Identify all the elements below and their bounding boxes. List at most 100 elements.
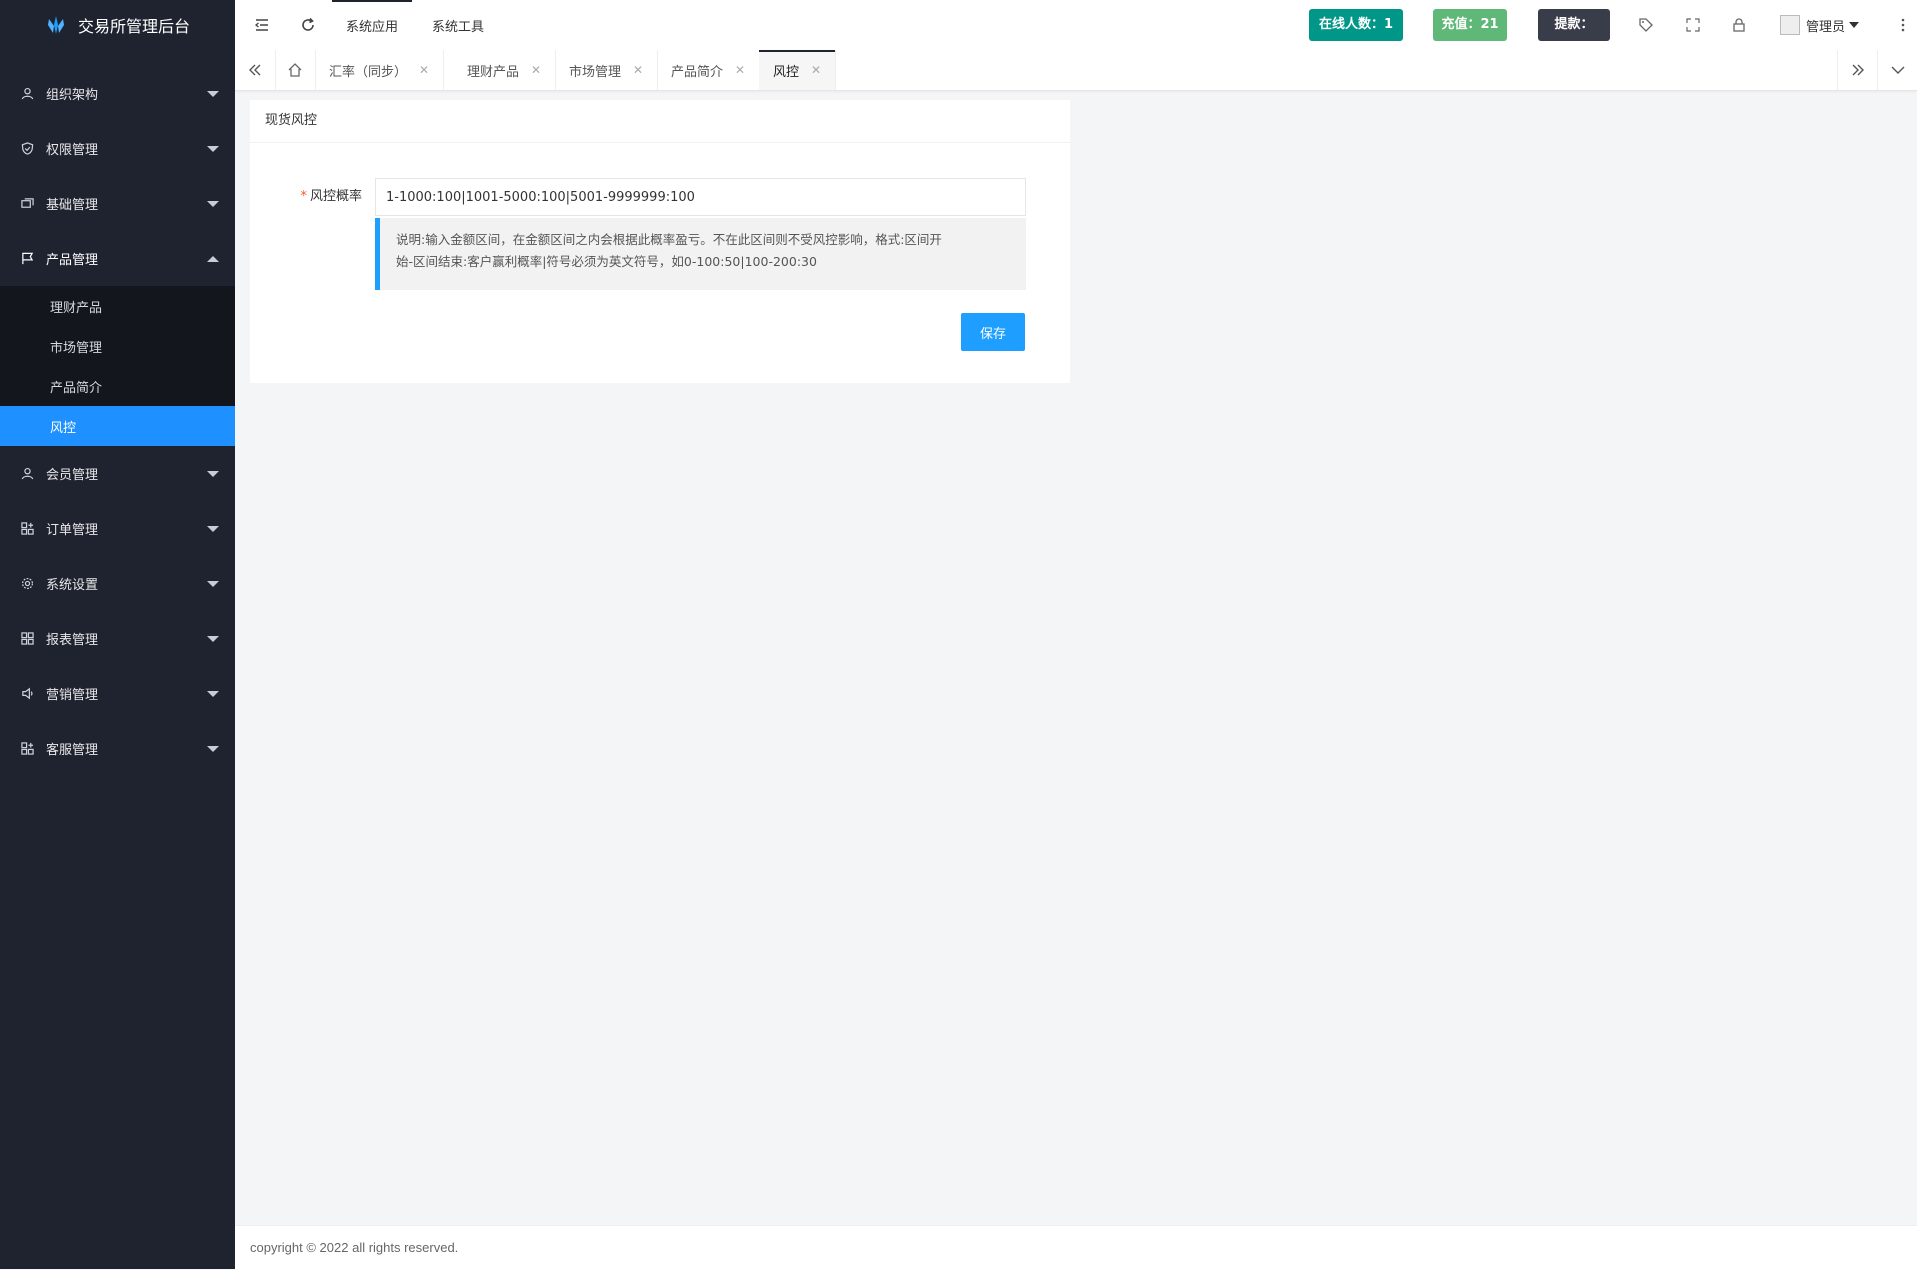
product-submenu: 理财产品 市场管理 产品简介 风控 [0,286,235,446]
subitem-label: 风控 [50,420,77,436]
sidebar-item-service[interactable]: 客服管理 [0,721,235,776]
speaker-icon [20,687,34,701]
grid-icon [20,742,34,756]
tabs-scroll-right-icon[interactable] [1837,50,1878,90]
refresh-icon[interactable] [296,13,320,37]
user-menu[interactable]: 管理员 [1780,0,1860,50]
tag-icon[interactable] [1634,13,1658,37]
close-icon[interactable]: ✕ [531,63,541,77]
sidebar-item-label: 会员管理 [46,468,99,483]
risk-probability-input[interactable] [375,178,1026,216]
sidebar-item-permission[interactable]: 权限管理 [0,121,235,176]
caret-down-icon [207,525,219,532]
flag-icon [20,252,34,266]
sidebar-item-label: 产品管理 [46,253,99,268]
user-icon [20,467,34,481]
grid-icon [20,632,34,646]
tab-product-intro[interactable]: 产品简介 ✕ [657,50,761,90]
dropdown-caret-icon [1849,22,1860,28]
sidebar-item-label: 订单管理 [46,523,99,538]
tab-risk-control[interactable]: 风控 ✕ [759,50,837,90]
footer-copyright: copyright © 2022 all rights reserved. [235,1225,1917,1270]
tab-finance-product[interactable]: 理财产品 ✕ [453,50,557,90]
sidebar-item-basic[interactable]: 基础管理 [0,176,235,231]
nav-label: 系统工具 [432,19,485,35]
caret-down-icon [207,90,219,97]
sidebar-item-product[interactable]: 产品管理 [0,231,235,286]
tab-label: 理财产品 [467,64,520,80]
sidebar-subitem-finance[interactable]: 理财产品 [0,286,235,326]
caret-down-icon [207,635,219,642]
save-button[interactable]: 保存 [961,313,1025,351]
sidebar-subitem-risk[interactable]: 风控 [0,406,235,446]
caret-down-icon [207,470,219,477]
sidebar-item-marketing[interactable]: 营销管理 [0,666,235,721]
shield-icon [20,142,34,156]
page-tabs-bar: 汇率（同步） ✕ 理财产品 ✕ 市场管理 ✕ 产品简介 ✕ 风控 ✕ [235,50,1917,91]
logo-icon [48,16,64,34]
collapse-menu-icon[interactable] [250,13,274,37]
app-logo[interactable]: 交易所管理后台 [0,0,235,50]
sidebar-subitem-intro[interactable]: 产品简介 [0,366,235,406]
sidebar: 交易所管理后台 组织架构 权限管理 基础管理 产品管理 理财产品 市场管理 产品… [0,0,235,1269]
user-icon [20,87,34,101]
tabs-scroll-left-icon[interactable] [235,50,276,90]
sidebar-item-settings[interactable]: 系统设置 [0,556,235,611]
tab-label: 市场管理 [569,64,622,80]
top-header: 系统应用 系统工具 在线人数：1 充值：21 提款：34 管理员 [235,0,1917,64]
close-icon[interactable]: ✕ [633,63,643,77]
sidebar-item-label: 系统设置 [46,578,99,593]
gear-icon [20,577,34,591]
nav-system-apps[interactable]: 系统应用 [331,0,413,50]
help-note-line: 说明:输入金额区间，在金额区间之内会根据此概率盈亏。不在此区间则不受风控影响，格… [396,232,942,247]
tab-exchange-rate[interactable]: 汇率（同步） ✕ [315,50,445,90]
sidebar-item-label: 权限管理 [46,143,99,158]
sidebar-item-label: 报表管理 [46,633,99,648]
tabs-menu-chevron-down-icon[interactable] [1877,50,1917,90]
app-title: 交易所管理后台 [78,17,191,36]
lock-icon[interactable] [1727,13,1751,37]
risk-control-card: 现货风控 *风控概率 说明:输入金额区间，在金额区间之内会根据此概率盈亏。不在此… [250,100,1070,383]
nav-label: 系统应用 [346,19,399,35]
caret-down-icon [207,580,219,587]
caret-down-icon [207,200,219,207]
field-label: * 风控概率 [290,178,362,216]
close-icon[interactable]: ✕ [811,63,821,77]
home-icon[interactable] [275,50,316,90]
subitem-label: 市场管理 [50,340,103,356]
tab-label: 产品简介 [671,64,724,80]
sidebar-item-label: 组织架构 [46,88,99,103]
sidebar-subitem-market[interactable]: 市场管理 [0,326,235,366]
help-note-line: 始-区间结束:客户赢利概率|符号必须为英文符号，如0-100:50|100-20… [396,254,817,269]
user-name: 管理员 [1806,19,1846,35]
online-count-badge[interactable]: 在线人数：1 [1309,9,1403,41]
caret-down-icon [207,145,219,152]
sidebar-item-org[interactable]: 组织架构 [0,66,235,121]
sidebar-item-label: 客服管理 [46,743,99,758]
sidebar-item-order[interactable]: 订单管理 [0,501,235,556]
close-icon[interactable]: ✕ [419,63,429,77]
caret-up-icon [207,255,219,262]
grid-icon [20,522,34,536]
field-label-text: 风控概率 [309,189,362,204]
subitem-label: 理财产品 [50,300,103,316]
sidebar-item-label: 营销管理 [46,688,99,703]
withdraw-count-badge[interactable]: 提款：34 [1538,9,1610,64]
required-asterisk: * [300,189,307,204]
subitem-label: 产品简介 [50,380,103,396]
card-icon [20,197,34,211]
close-icon[interactable]: ✕ [735,63,745,77]
card-title: 现货风控 [250,100,1070,143]
sidebar-item-report[interactable]: 报表管理 [0,611,235,666]
tab-label: 汇率（同步） [329,64,408,80]
help-note: 说明:输入金额区间，在金额区间之内会根据此概率盈亏。不在此区间则不受风控影响，格… [375,218,1026,290]
fullscreen-icon[interactable] [1681,13,1705,37]
charge-count-badge[interactable]: 充值：21 [1433,9,1507,41]
tab-market[interactable]: 市场管理 ✕ [555,50,659,90]
caret-down-icon [207,690,219,697]
sidebar-item-member[interactable]: 会员管理 [0,446,235,501]
more-vertical-icon[interactable] [1891,13,1915,37]
nav-system-tools[interactable]: 系统工具 [432,0,484,50]
caret-down-icon [207,745,219,752]
avatar [1780,15,1800,35]
